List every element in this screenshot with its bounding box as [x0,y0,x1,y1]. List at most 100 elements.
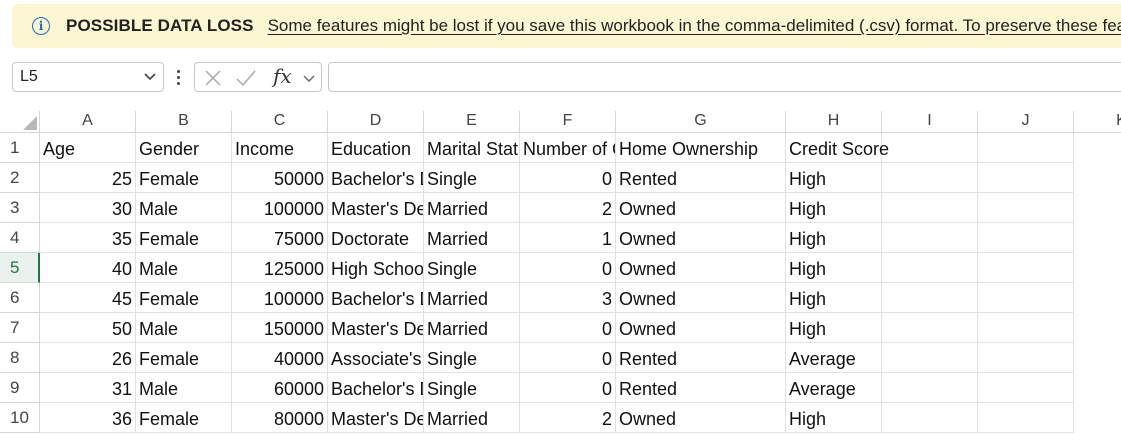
cell-f10[interactable]: 2 [520,403,616,433]
cell-j4[interactable] [978,223,1074,253]
cell-h10[interactable]: High [786,403,882,433]
row-header-9[interactable]: 9 [0,373,40,403]
cancel-icon[interactable] [203,68,223,88]
cell-f8[interactable]: 0 [520,343,616,373]
cell-h8[interactable]: Average [786,343,882,373]
cell-c1[interactable]: Income [232,133,328,163]
row-header-2[interactable]: 2 [0,163,40,193]
cell-e5[interactable]: Single [424,253,520,283]
cell-d7[interactable]: Master's Degree [328,313,424,343]
cell-g7[interactable]: Owned [616,313,786,343]
cell-g5[interactable]: Owned [616,253,786,283]
cell-d3[interactable]: Master's Degree [328,193,424,223]
cell-b6[interactable]: Female [136,283,232,313]
name-box[interactable]: L5 [12,62,164,92]
column-header-i[interactable]: I [882,111,978,133]
row-header-3[interactable]: 3 [0,193,40,223]
cell-e8[interactable]: Single [424,343,520,373]
cell-i3[interactable] [882,193,978,223]
cell-f6[interactable]: 3 [520,283,616,313]
cell-c2[interactable]: 50000 [232,163,328,193]
cell-f4[interactable]: 1 [520,223,616,253]
formula-input[interactable] [328,62,1121,92]
cell-h2[interactable]: High [786,163,882,193]
select-all-button[interactable] [0,111,40,133]
cell-d2[interactable]: Bachelor's Degree [328,163,424,193]
cell-e9[interactable]: Single [424,373,520,403]
cell-c3[interactable]: 100000 [232,193,328,223]
cell-b2[interactable]: Female [136,163,232,193]
cell-f9[interactable]: 0 [520,373,616,403]
cell-f3[interactable]: 2 [520,193,616,223]
more-options-icon[interactable] [174,66,182,88]
cell-f7[interactable]: 0 [520,313,616,343]
cell-i4[interactable] [882,223,978,253]
cell-c4[interactable]: 75000 [232,223,328,253]
cell-i10[interactable] [882,403,978,433]
column-header-e[interactable]: E [424,111,520,133]
cell-j9[interactable] [978,373,1074,403]
cell-j10[interactable] [978,403,1074,433]
cell-i1[interactable] [882,133,978,163]
column-header-h[interactable]: H [786,111,882,133]
cell-i7[interactable] [882,313,978,343]
cell-b1[interactable]: Gender [136,133,232,163]
cell-b10[interactable]: Female [136,403,232,433]
cell-a10[interactable]: 36 [40,403,136,433]
cell-b5[interactable]: Male [136,253,232,283]
row-header-10[interactable]: 10 [0,403,40,433]
cell-i2[interactable] [882,163,978,193]
cell-b4[interactable]: Female [136,223,232,253]
row-header-8[interactable]: 8 [0,343,40,373]
cell-e3[interactable]: Married [424,193,520,223]
cell-d9[interactable]: Bachelor's Degree [328,373,424,403]
cell-h5[interactable]: High [786,253,882,283]
cell-h3[interactable]: High [786,193,882,223]
cell-b3[interactable]: Male [136,193,232,223]
cell-h9[interactable]: Average [786,373,882,403]
cell-j6[interactable] [978,283,1074,313]
cell-g10[interactable]: Owned [616,403,786,433]
cell-h4[interactable]: High [786,223,882,253]
cell-j2[interactable] [978,163,1074,193]
cell-a5[interactable]: 40 [40,253,136,283]
cell-a7[interactable]: 50 [40,313,136,343]
cell-e10[interactable]: Married [424,403,520,433]
cell-f5[interactable]: 0 [520,253,616,283]
cell-g2[interactable]: Rented [616,163,786,193]
cell-h7[interactable]: High [786,313,882,343]
chevron-down-icon[interactable] [143,69,157,83]
cell-b9[interactable]: Male [136,373,232,403]
cell-j1[interactable] [978,133,1074,163]
cell-h1[interactable]: Credit Score [786,133,889,163]
cell-c9[interactable]: 60000 [232,373,328,403]
row-header-7[interactable]: 7 [0,313,40,343]
chevron-down-icon[interactable] [303,72,315,84]
cell-g8[interactable]: Rented [616,343,786,373]
cell-j5[interactable] [978,253,1074,283]
cell-d10[interactable]: Master's Degree [328,403,424,433]
cell-j8[interactable] [978,343,1074,373]
column-header-c[interactable]: C [232,111,328,133]
row-header-6[interactable]: 6 [0,283,40,313]
cell-a4[interactable]: 35 [40,223,136,253]
column-header-f[interactable]: F [520,111,616,133]
cell-a6[interactable]: 45 [40,283,136,313]
row-header-4[interactable]: 4 [0,223,40,253]
cell-g9[interactable]: Rented [616,373,786,403]
insert-function-button[interactable]: fx [273,64,292,88]
column-header-d[interactable]: D [328,111,424,133]
cell-a9[interactable]: 31 [40,373,136,403]
cell-b8[interactable]: Female [136,343,232,373]
cell-g3[interactable]: Owned [616,193,786,223]
infobar-message-link[interactable]: Some features might be lost if you save … [268,16,1121,36]
cell-i6[interactable] [882,283,978,313]
cell-d6[interactable]: Bachelor's Degree [328,283,424,313]
cell-b7[interactable]: Male [136,313,232,343]
cell-a2[interactable]: 25 [40,163,136,193]
cell-g6[interactable]: Owned [616,283,786,313]
cell-j3[interactable] [978,193,1074,223]
cell-i5[interactable] [882,253,978,283]
cell-e4[interactable]: Married [424,223,520,253]
column-header-a[interactable]: A [40,111,136,133]
